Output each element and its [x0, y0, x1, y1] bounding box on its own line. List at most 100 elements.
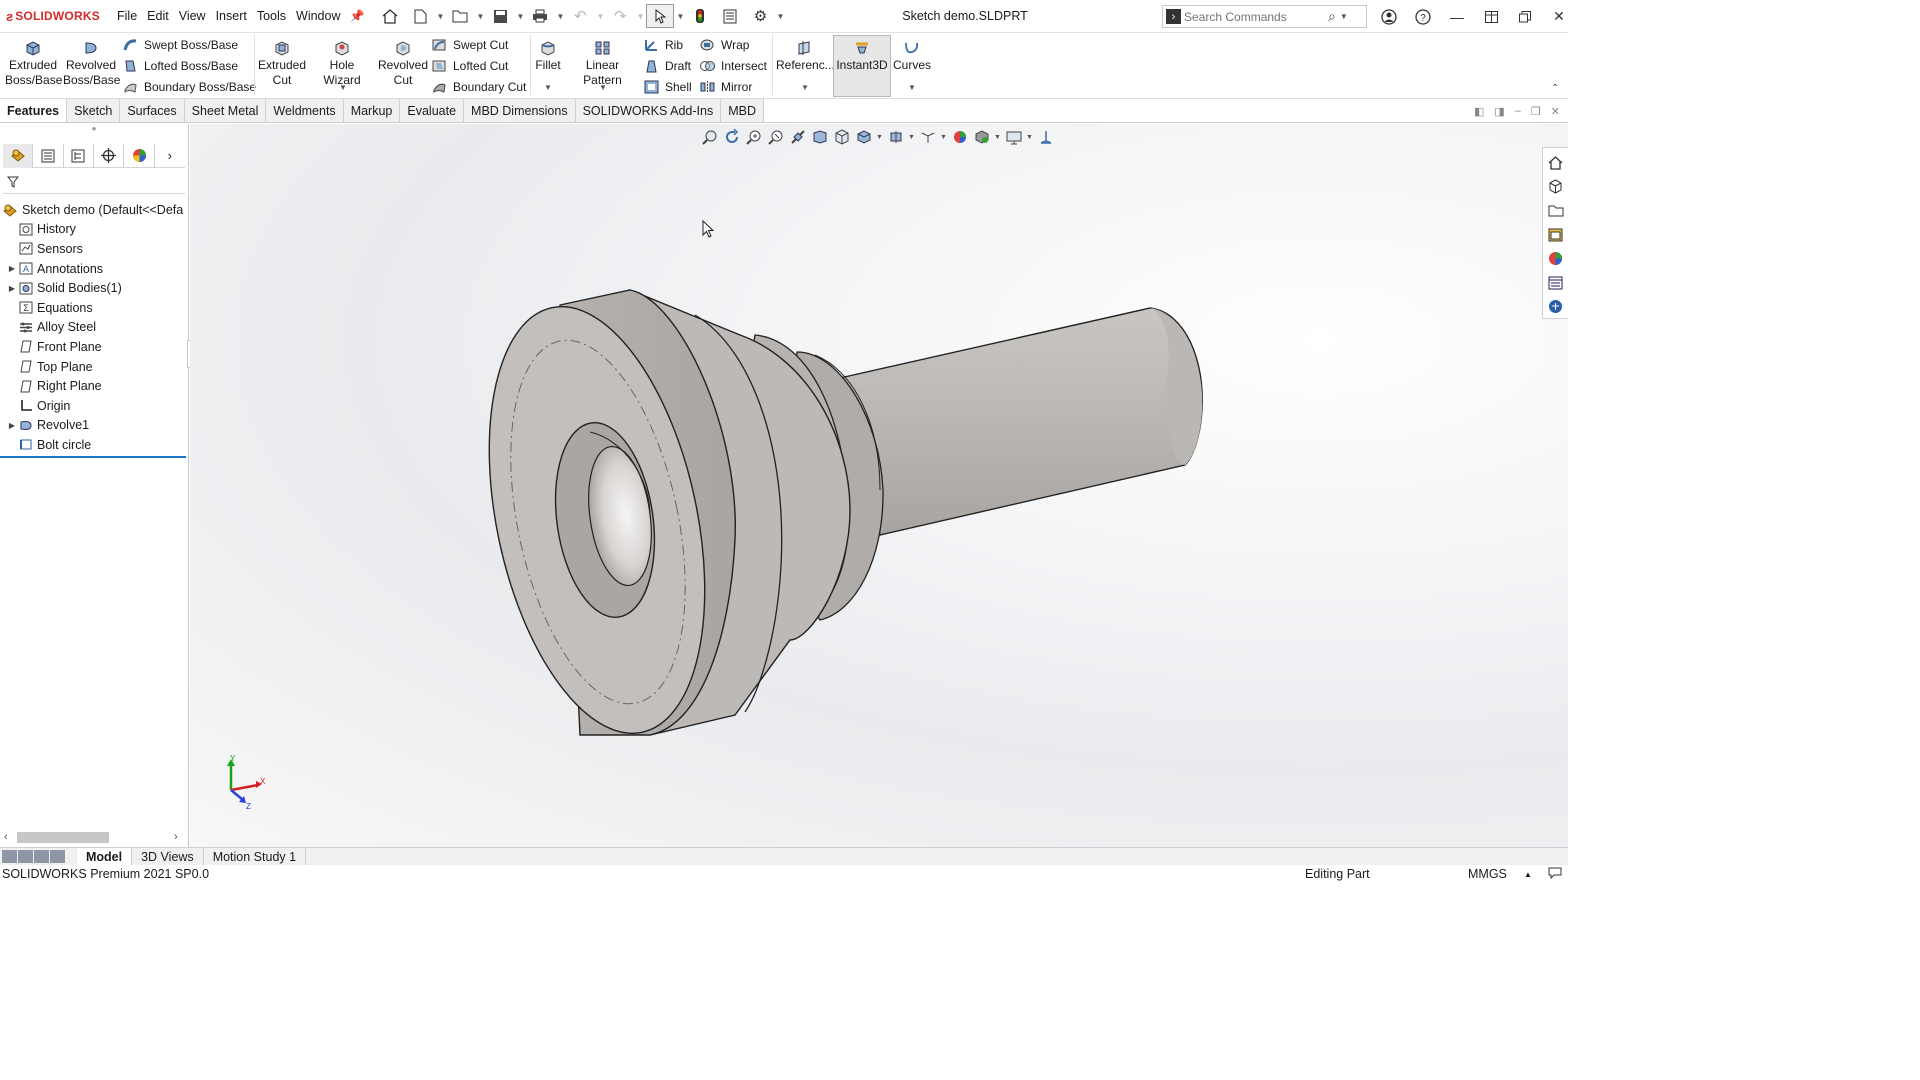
hole-wizard-dropdown-icon[interactable]: ▼	[339, 83, 347, 92]
custom-properties-icon[interactable]	[1546, 272, 1566, 293]
fillet-dropdown-icon[interactable]: ▼	[544, 83, 552, 92]
redo-dropdown-icon[interactable]: ▼	[636, 12, 644, 21]
rollback-bar[interactable]	[0, 455, 186, 458]
intersect-button[interactable]: Intersect	[700, 56, 767, 76]
solidworks-forum-icon[interactable]	[1546, 296, 1566, 317]
print-icon[interactable]	[526, 4, 554, 28]
collapse-ribbon-icon[interactable]: ⌃	[1551, 83, 1559, 94]
tab-solidworks-addins[interactable]: SOLIDWORKS Add-Ins	[575, 99, 722, 122]
lofted-cut-button[interactable]: Lofted Cut	[432, 56, 508, 76]
tab-3d-views[interactable]: 3D Views	[132, 847, 204, 866]
solidworks-resources-home-icon[interactable]	[1546, 152, 1566, 173]
menu-file[interactable]: File	[112, 9, 142, 23]
undo-dropdown-icon[interactable]: ▼	[596, 12, 604, 21]
boundary-cut-button[interactable]: Boundary Cut	[432, 77, 526, 97]
property-manager-tab-icon[interactable]	[33, 143, 64, 168]
tab-evaluate[interactable]: Evaluate	[400, 99, 465, 122]
swept-boss-button[interactable]: Swept Boss/Base	[123, 35, 238, 55]
restore-icon[interactable]	[1508, 0, 1542, 33]
menu-edit[interactable]: Edit	[142, 9, 174, 23]
tree-item-sensors[interactable]: Sensors	[0, 239, 188, 259]
tab-model[interactable]: Model	[77, 847, 133, 866]
mirror-button[interactable]: Mirror	[700, 77, 752, 97]
extruded-boss-button[interactable]: Extruded Boss/Base	[5, 37, 62, 88]
new-dropdown-icon[interactable]: ▼	[436, 12, 444, 21]
previous-tab-icon[interactable]	[18, 850, 33, 863]
options-gear-icon[interactable]: ⚙	[746, 4, 774, 28]
tree-horizontal-scrollbar[interactable]: ‹ ›	[0, 829, 187, 845]
revolved-cut-button[interactable]: Revolved Cut	[377, 37, 429, 88]
appearances-scenes-icon[interactable]	[1546, 248, 1566, 269]
draft-button[interactable]: Draft	[644, 56, 691, 76]
reference-dropdown-icon[interactable]: ▼	[801, 83, 809, 92]
solidworks-logo[interactable]: ƨ SOLIDWORKS	[0, 0, 112, 33]
rebuild-icon[interactable]	[686, 4, 714, 28]
unit-system-selector[interactable]: MMGS	[1468, 867, 1507, 881]
quick-tips-icon[interactable]	[1548, 866, 1562, 882]
dimxpert-manager-tab-icon[interactable]	[94, 143, 125, 168]
tree-item-annotations[interactable]: ▶ A Annotations	[0, 259, 188, 279]
curves-dropdown-icon[interactable]: ▼	[908, 83, 916, 92]
tree-item-top-plane[interactable]: Top Plane	[0, 357, 188, 377]
help-icon[interactable]: ?	[1406, 0, 1440, 33]
linear-pattern-dropdown-icon[interactable]: ▼	[599, 83, 607, 92]
curves-button[interactable]: Curves	[893, 37, 931, 73]
scroll-right-icon[interactable]: ›	[174, 831, 178, 843]
options-dropdown-icon[interactable]: ▼	[776, 12, 784, 21]
doc-minimize-icon[interactable]: –	[1515, 105, 1521, 117]
swept-cut-button[interactable]: Swept Cut	[432, 35, 508, 55]
pin-menu-icon[interactable]: 📌	[350, 9, 365, 23]
print-dropdown-icon[interactable]: ▼	[556, 12, 564, 21]
minimize-icon[interactable]: —	[1440, 0, 1474, 33]
tab-features[interactable]: Features	[0, 99, 68, 122]
design-library-icon[interactable]	[1546, 176, 1566, 197]
tab-sketch[interactable]: Sketch	[67, 99, 121, 122]
wrap-button[interactable]: Wrap	[700, 35, 749, 55]
next-tab-icon[interactable]	[34, 850, 49, 863]
expand-arrow-icon[interactable]: ▶	[6, 421, 18, 430]
tab-surfaces[interactable]: Surfaces	[120, 99, 185, 122]
tree-item-material[interactable]: Alloy Steel	[0, 318, 188, 338]
3d-part-model[interactable]	[190, 124, 1568, 847]
linear-pattern-button[interactable]: Linear Pattern	[566, 37, 639, 88]
tab-mbd[interactable]: MBD	[721, 99, 764, 122]
instant3d-button[interactable]: Instant3D	[834, 37, 890, 73]
last-tab-icon[interactable]	[50, 850, 65, 863]
configuration-manager-tab-icon[interactable]	[64, 143, 95, 168]
tree-item-front-plane[interactable]: Front Plane	[0, 337, 188, 357]
home-icon[interactable]	[376, 4, 404, 28]
menu-view[interactable]: View	[174, 9, 211, 23]
split-left-icon[interactable]: ◧	[1474, 105, 1484, 118]
search-commands-box[interactable]: › ⌕ ▼	[1162, 5, 1367, 28]
scroll-left-icon[interactable]: ‹	[4, 831, 8, 843]
tab-mbd-dimensions[interactable]: MBD Dimensions	[464, 99, 576, 122]
tree-item-equations[interactable]: Σ Equations	[0, 298, 188, 318]
file-explorer-icon[interactable]	[1546, 200, 1566, 221]
open-dropdown-icon[interactable]: ▼	[476, 12, 484, 21]
graphics-area[interactable]: ▼ ▼ ▼ ▼ ▼ Y X Z	[190, 124, 1568, 847]
shell-button[interactable]: Shell	[644, 77, 692, 97]
tab-motion-study-1[interactable]: Motion Study 1	[204, 847, 307, 866]
first-tab-icon[interactable]	[2, 850, 17, 863]
feature-manager-tab-icon[interactable]	[3, 143, 34, 168]
hole-wizard-button[interactable]: Hole Wizard	[310, 37, 374, 88]
new-document-icon[interactable]	[406, 4, 434, 28]
rib-button[interactable]: Rib	[644, 35, 683, 55]
view-palette-icon[interactable]	[1546, 224, 1566, 245]
expand-arrow-icon[interactable]: ▶	[6, 284, 18, 293]
doc-restore-icon[interactable]: ❐	[1531, 105, 1541, 118]
search-input[interactable]	[1184, 9, 1324, 24]
select-cursor-icon[interactable]	[646, 4, 675, 28]
search-dropdown-icon[interactable]: ▼	[1340, 12, 1348, 21]
tree-item-right-plane[interactable]: Right Plane	[0, 376, 188, 396]
fillet-button[interactable]: Fillet	[533, 37, 563, 73]
tile-windows-icon[interactable]	[1474, 0, 1508, 33]
boundary-boss-button[interactable]: Boundary Boss/Base	[123, 77, 256, 97]
undo-icon[interactable]: ↶	[566, 4, 594, 28]
select-dropdown-icon[interactable]: ▼	[676, 12, 684, 21]
tree-item-solid-bodies[interactable]: ▶ Solid Bodies(1)	[0, 278, 188, 298]
user-account-icon[interactable]	[1372, 0, 1406, 33]
doc-close-icon[interactable]: ✕	[1551, 105, 1560, 118]
save-icon[interactable]	[486, 4, 514, 28]
tree-filter[interactable]	[3, 170, 185, 194]
